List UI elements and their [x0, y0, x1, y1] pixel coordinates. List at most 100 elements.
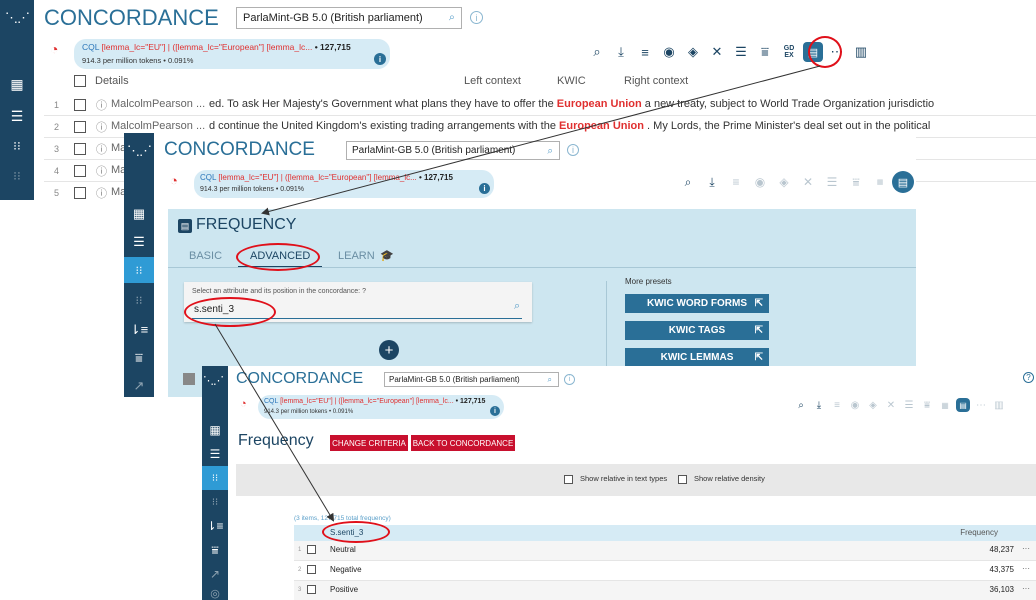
sort-icon[interactable]: ☰: [900, 400, 918, 411]
filter-icon[interactable]: ⩸: [918, 400, 936, 411]
sort-side-icon[interactable]: ⇂≡: [124, 319, 154, 341]
frequency-side-icon[interactable]: ⁝⁝: [202, 466, 228, 490]
corpus-selector[interactable]: ParlaMint-GB 5.0 (British parliament) ⌕: [346, 141, 560, 160]
info-icon[interactable]: ⓘ: [96, 185, 107, 200]
cql-query-box[interactable]: CQL [lemma_lc="EU"] | ([lemma_lc="Europe…: [258, 395, 504, 419]
row-checkbox[interactable]: [74, 143, 86, 155]
shuffle-icon[interactable]: ✕: [796, 175, 820, 189]
search-icon[interactable]: ⌕: [676, 175, 700, 190]
row-checkbox[interactable]: [74, 165, 86, 177]
row-checkbox[interactable]: [307, 545, 316, 554]
more-options-icon[interactable]: ···: [1022, 584, 1030, 593]
info-icon[interactable]: i: [567, 144, 579, 156]
sort-icon[interactable]: ☰: [820, 175, 844, 189]
tab-basic[interactable]: BASIC: [189, 250, 222, 262]
frequency-icon[interactable]: ▤: [892, 171, 914, 193]
sort-icon[interactable]: ☰: [729, 44, 753, 60]
collocation-icon[interactable]: ⋯: [972, 400, 990, 411]
gdex-icon[interactable]: ▦: [868, 178, 892, 186]
list-icon[interactable]: ≡: [828, 400, 846, 411]
list-icon[interactable]: ≡: [633, 45, 657, 60]
more-options-icon[interactable]: ···: [1022, 564, 1030, 573]
chart-icon[interactable]: ▥: [849, 44, 873, 60]
cql-query-box[interactable]: CQL [lemma_lc="EU"] | ([lemma_lc="Europe…: [194, 170, 494, 198]
frequency-icon[interactable]: ▤: [956, 398, 970, 412]
download-icon[interactable]: ⤓: [700, 175, 724, 190]
timer-icon[interactable]: ◔: [170, 173, 178, 188]
eye-icon[interactable]: ◉: [657, 44, 681, 60]
more-options-icon[interactable]: ···: [1022, 544, 1030, 553]
speaker-name[interactable]: MalcolmPearson ...: [111, 120, 205, 132]
row-checkbox[interactable]: [74, 121, 86, 133]
search-icon[interactable]: ⌕: [514, 300, 520, 313]
table-row[interactable]: 2 Negative 43,375 ···: [294, 561, 1036, 581]
timer-icon[interactable]: ◔: [50, 41, 58, 57]
show-relative-density-checkbox[interactable]: [678, 475, 687, 484]
corpus-selector[interactable]: ParlaMint-GB 5.0 (British parliament) ⌕: [236, 7, 462, 29]
dashboard-icon[interactable]: ▦: [202, 420, 228, 440]
row-checkbox[interactable]: [307, 565, 316, 574]
table-row[interactable]: 3 Positive 36,103 ···: [294, 581, 1036, 600]
show-relative-text-types-checkbox[interactable]: [564, 475, 573, 484]
info-icon[interactable]: i: [479, 183, 490, 194]
search-icon[interactable]: ⌕: [585, 44, 609, 60]
preset-kwic-lemmas-button[interactable]: KWIC LEMMAS ⇱: [625, 348, 769, 367]
row-label[interactable]: Negative: [330, 565, 362, 574]
timer-icon[interactable]: ◔: [240, 398, 247, 410]
settings-side-icon[interactable]: ◎: [202, 586, 228, 600]
preset-kwic-word-forms-button[interactable]: KWIC WORD FORMS ⇱: [625, 294, 769, 313]
info-icon[interactable]: ⓘ: [96, 141, 107, 157]
dashboard-icon[interactable]: ▦: [124, 203, 154, 225]
tab-learn[interactable]: LEARN: [338, 250, 375, 262]
attribute-help-icon[interactable]: ?: [362, 288, 366, 295]
row-label[interactable]: Neutral: [330, 545, 356, 554]
info-icon[interactable]: i: [470, 11, 483, 24]
shuffle-icon[interactable]: ✕: [705, 44, 729, 60]
info-icon[interactable]: ⓘ: [96, 97, 107, 113]
corpus-selector[interactable]: ParlaMint-GB 5.0 (British parliament) ⌕: [384, 372, 559, 387]
download-icon[interactable]: ⤓: [609, 44, 633, 60]
concordance-icon[interactable]: ☰: [0, 104, 34, 128]
table-row[interactable]: 1 ⓘ MalcolmPearson ... ed. To ask Her Majes…: [44, 94, 1036, 116]
download-icon[interactable]: ⤓: [810, 400, 828, 411]
help-icon[interactable]: ?: [1023, 372, 1034, 383]
concordance-icon[interactable]: ☰: [202, 444, 228, 464]
cql-query-box[interactable]: CQL [lemma_lc="EU"] | ([lemma_lc="Europe…: [74, 39, 390, 69]
tag-icon[interactable]: ◈: [681, 44, 705, 60]
gdex-icon[interactable]: ▦: [936, 401, 954, 410]
trend-icon[interactable]: ↗: [202, 564, 228, 584]
collocation-side-icon[interactable]: ⁝⁝: [0, 164, 34, 188]
preset-kwic-tags-button[interactable]: KWIC TAGS ⇱: [625, 321, 769, 340]
concordance-icon[interactable]: ☰: [124, 231, 154, 253]
collocation-side-icon[interactable]: ⁝⁝: [124, 289, 154, 311]
frequency-side-icon[interactable]: ⁝⁝: [0, 134, 34, 158]
sort-side-icon[interactable]: ⇂≡: [202, 516, 228, 536]
list-icon[interactable]: ≡: [724, 175, 748, 189]
tag-icon[interactable]: ◈: [772, 175, 796, 189]
add-attribute-button[interactable]: +: [379, 340, 399, 360]
info-icon[interactable]: ⓘ: [96, 119, 107, 135]
dashboard-icon[interactable]: ▦: [0, 72, 34, 96]
info-icon[interactable]: i: [564, 374, 575, 385]
back-to-concordance-button[interactable]: BACK TO CONCORDANCE: [411, 435, 515, 451]
concordance-line[interactable]: ed. To ask Her Majesty's Government what…: [209, 98, 934, 110]
filter-side-icon[interactable]: ⩸: [202, 540, 228, 560]
info-icon[interactable]: i: [490, 406, 500, 416]
select-all-checkbox[interactable]: [74, 75, 86, 87]
filter-icon[interactable]: ⩸: [844, 175, 868, 190]
eye-icon[interactable]: ◉: [846, 400, 864, 411]
frequency-side-icon[interactable]: ⁝⁝: [124, 257, 154, 283]
filter-side-icon[interactable]: ⩸: [124, 347, 154, 369]
row-checkbox[interactable]: [74, 99, 86, 111]
collocation-side-icon[interactable]: ⁝⁝: [202, 492, 228, 512]
row-label[interactable]: Positive: [330, 585, 358, 594]
table-row[interactable]: 1 Neutral 48,237 ···: [294, 541, 1036, 561]
shuffle-icon[interactable]: ✕: [882, 400, 900, 411]
filter-icon[interactable]: ⩸: [753, 44, 777, 60]
row-checkbox[interactable]: [307, 585, 316, 594]
change-criteria-button[interactable]: CHANGE CRITERIA: [330, 435, 408, 451]
gdex-icon[interactable]: GD EX: [777, 45, 801, 59]
info-icon[interactable]: i: [374, 53, 386, 65]
trend-icon[interactable]: ↗: [124, 375, 154, 397]
row-checkbox[interactable]: [74, 187, 86, 199]
